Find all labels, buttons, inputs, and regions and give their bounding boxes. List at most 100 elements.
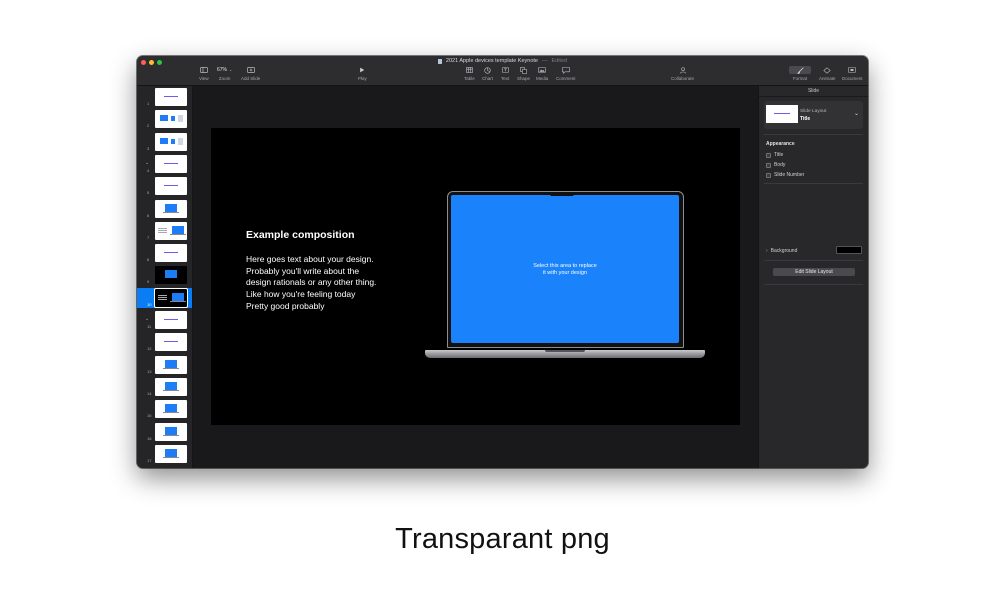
slide-thumbnail[interactable] <box>155 88 187 106</box>
keynote-window: 2021 Apple devices template Keynote — Ed… <box>137 56 868 468</box>
slide-thumbnail[interactable] <box>155 444 187 463</box>
slide-thumbnail-row[interactable]: 14 <box>137 377 192 397</box>
slide-thumbnail[interactable] <box>155 422 187 441</box>
slide-thumbnail-row[interactable]: 3 <box>137 132 192 152</box>
media-button[interactable]: Media <box>536 66 548 81</box>
chart-icon <box>484 66 491 74</box>
checkbox-label: Slide Number <box>774 172 805 178</box>
screen-text-line: Select this area to replace <box>533 263 597 269</box>
slide-thumbnail-row[interactable]: ⌄ 4 <box>137 154 192 174</box>
table-button[interactable]: Table <box>464 66 475 81</box>
current-slide[interactable]: Example composition Here goes text about… <box>211 128 740 425</box>
sidebar-icon <box>199 66 208 74</box>
shape-button[interactable]: Shape <box>517 66 530 81</box>
slide-thumbnail[interactable] <box>155 311 187 329</box>
slide-thumbnail-row[interactable]: 6 <box>137 199 192 219</box>
page: 2021 Apple devices template Keynote — Ed… <box>0 0 1005 613</box>
edited-status: Edited <box>551 58 568 64</box>
slide-thumbnail-row[interactable]: 1 <box>137 87 192 107</box>
background-color-well[interactable] <box>836 246 862 254</box>
slide-thumbnail[interactable] <box>155 177 187 196</box>
background-disclosure[interactable]: › Background <box>766 248 797 254</box>
slide-thumbnail-row[interactable]: 10 <box>137 287 192 308</box>
text-icon <box>501 66 509 74</box>
tab-slide[interactable]: Slide <box>759 88 868 94</box>
disclosure-chevron-icon[interactable]: ⌄ <box>145 160 149 166</box>
document-button[interactable]: Document <box>842 66 863 81</box>
slide-layout-picker[interactable]: Slide Layout Title ⌄ <box>764 101 863 129</box>
slide-number: 11 <box>147 324 152 329</box>
play-button[interactable]: Play <box>358 66 367 81</box>
animate-button[interactable]: Animate <box>819 66 836 81</box>
chart-button[interactable]: Chart <box>482 66 493 81</box>
slide-number: 10 <box>147 301 152 307</box>
slide-thumbnail[interactable] <box>155 266 187 285</box>
chevron-down-icon: ⌄ <box>853 111 859 117</box>
appearance-body-option[interactable]: Body <box>766 162 785 168</box>
text-button[interactable]: Text <box>501 66 509 81</box>
screen-placeholder[interactable]: Select this area to replace it with your… <box>451 195 679 343</box>
body-checkbox[interactable] <box>766 162 771 168</box>
slide-thumbnail-row[interactable]: 16 <box>137 422 192 442</box>
inspector-divider <box>759 96 868 97</box>
play-icon <box>359 66 365 74</box>
slide-thumbnail[interactable] <box>155 377 187 396</box>
slide-thumbnail-row[interactable]: 15 <box>137 399 192 419</box>
slide-thumbnail-row[interactable]: 8 <box>137 243 192 263</box>
appearance-title-option[interactable]: Title <box>766 152 783 158</box>
add-slide-icon <box>246 66 255 74</box>
slide-thumbnail[interactable] <box>155 199 187 218</box>
slide-thumbnail-row[interactable]: 13 <box>137 355 192 375</box>
title-checkbox[interactable] <box>766 152 771 158</box>
appearance-slide-number-option[interactable]: Slide Number <box>766 172 804 178</box>
slide-body-text[interactable]: Here goes text about your design. Probab… <box>246 254 376 313</box>
view-button[interactable]: View <box>199 66 209 81</box>
slide-thumbnail[interactable] <box>154 287 188 308</box>
collaborate-button[interactable]: Collaborate <box>671 66 694 81</box>
slide-thumbnail[interactable] <box>155 132 187 151</box>
slide-thumbnail[interactable] <box>155 110 187 129</box>
comment-label: Comment <box>556 76 576 81</box>
play-label: Play <box>358 76 367 81</box>
slide-thumbnail[interactable] <box>155 244 187 263</box>
document-label: Document <box>842 76 863 81</box>
format-button[interactable]: Format <box>789 66 811 81</box>
slide-number: 15 <box>147 413 152 419</box>
slide-thumbnail[interactable] <box>155 221 187 240</box>
slide-thumbnail-row[interactable]: 5 <box>137 176 192 196</box>
slide-thumbnail-row[interactable]: 9 <box>137 265 192 285</box>
comment-button[interactable]: Comment <box>556 66 576 81</box>
slide-thumbnail-row[interactable]: 7 <box>137 221 192 241</box>
table-icon <box>466 66 473 74</box>
slide-number: 8 <box>147 257 150 263</box>
slide-thumbnail[interactable] <box>155 400 187 419</box>
slide-thumbnail-row[interactable]: ⌄ 11 <box>137 310 192 330</box>
window-title: 2021 Apple devices template Keynote — Ed… <box>137 58 868 64</box>
toolbar: 2021 Apple devices template Keynote — Ed… <box>137 56 868 86</box>
zoom-label: Zoom <box>218 76 231 81</box>
body-line: design rationals or any other thing. <box>246 277 377 288</box>
view-label: View <box>199 76 209 81</box>
slide-thumbnail-row[interactable]: 2 <box>137 109 192 129</box>
slide-thumbnail[interactable] <box>155 154 187 173</box>
slide-thumbnail[interactable] <box>155 355 187 374</box>
slide-thumbnail-row[interactable]: 17 <box>137 444 192 464</box>
layout-thumbnail <box>766 105 798 123</box>
animate-icon <box>823 66 831 74</box>
edit-slide-layout-button[interactable]: Edit Slide Layout <box>773 268 855 276</box>
slide-number: 3 <box>147 145 150 151</box>
slide-number: 7 <box>147 234 150 240</box>
body-line: Here goes text about your design. <box>246 254 374 264</box>
slide-title[interactable]: Example composition <box>246 229 355 241</box>
slide-number-checkbox[interactable] <box>766 172 771 178</box>
disclosure-chevron-icon[interactable]: ⌄ <box>145 316 149 322</box>
window-title-text: 2021 Apple devices template Keynote <box>445 58 538 64</box>
slide-number: 2 <box>147 123 150 129</box>
zoom-menu[interactable]: 67% ⌄ Zoom <box>217 66 232 81</box>
comment-icon <box>561 66 570 74</box>
add-slide-button[interactable]: Add Slide <box>241 66 260 81</box>
slide-number: 4 <box>147 167 150 173</box>
slide-thumbnail[interactable] <box>155 333 187 352</box>
table-label: Table <box>464 76 475 81</box>
slide-thumbnail-row[interactable]: 12 <box>137 332 192 352</box>
